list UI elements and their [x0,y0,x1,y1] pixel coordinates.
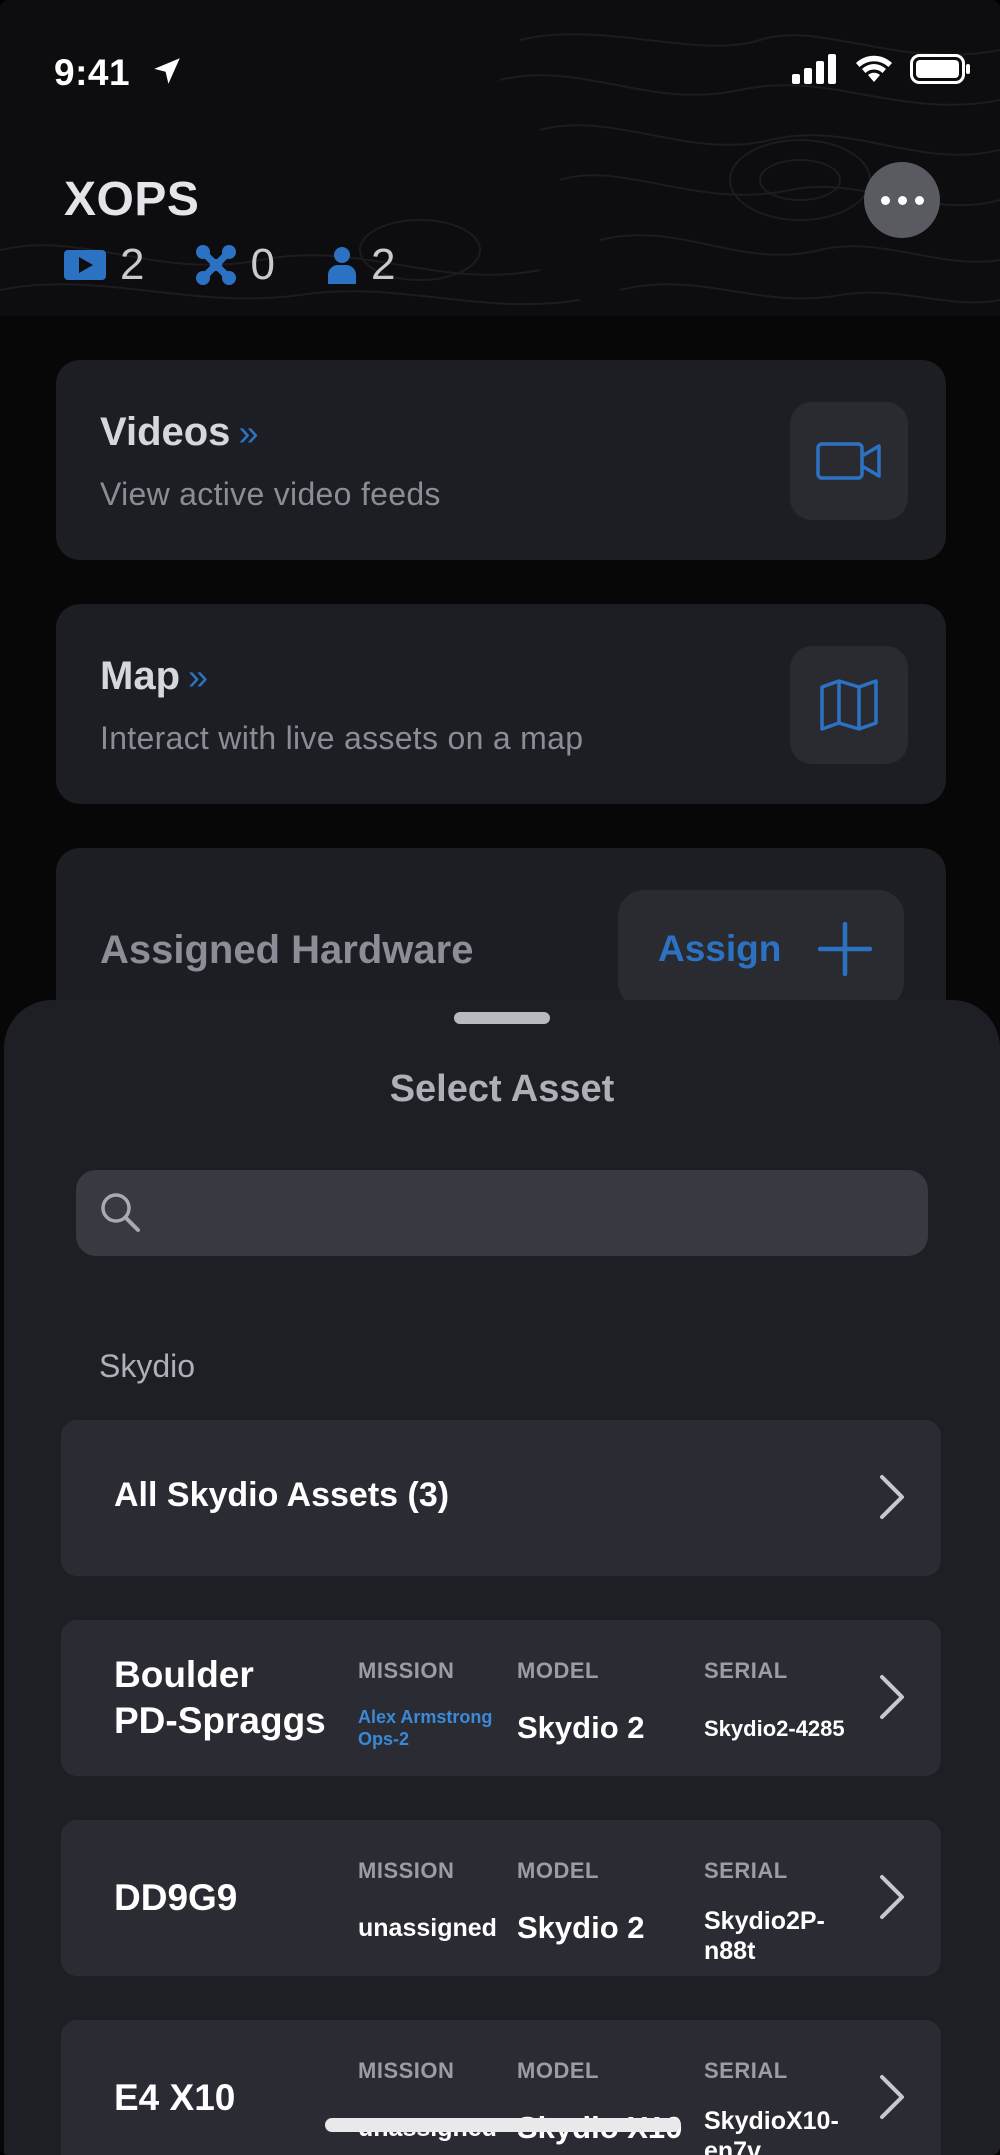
map-card-subtitle: Interact with live assets on a map [100,720,584,756]
mission-value: unassigned [358,1914,497,1942]
drone-count: 0 [196,240,275,290]
video-camera-icon [816,442,881,480]
asset-row-dd9g9[interactable]: DD9G9 MISSION unassigned MODEL Skydio 2 … [61,1820,941,1976]
map-icon [820,679,878,731]
select-asset-sheet: Select Asset Skydio All Skydio Assets (3… [4,1000,1000,2155]
location-arrow-icon [154,58,180,84]
user-icon [327,247,356,284]
map-title-text: Map [100,654,180,698]
all-assets-label: All Skydio Assets (3) [114,1476,450,1514]
chevron-right-icon [880,2075,904,2119]
map-card[interactable]: Map» Interact with live assets on a map [56,604,946,804]
serial-value: Skydio2-4285 [704,1716,845,1741]
asset-name-line2: PD-Spraggs [114,1700,326,1741]
mission-column: MISSION Alex Armstrong Ops-2 [358,1658,492,1750]
chevron-right-icon [880,1875,904,1919]
asset-name-line1: Boulder [114,1654,254,1695]
wifi-icon [856,55,892,82]
serial-line2: en7v [704,2137,761,2155]
mission-column: MISSION unassigned [358,1858,497,1943]
app-screen: 9:41 XOPS 2 0 2 Videos » View active vid… [0,0,1000,2155]
serial-column: SERIAL Skydio2-4285 [704,1658,845,1744]
videos-card-title: Videos» [100,410,258,455]
user-count-value: 2 [370,240,396,289]
serial-header: SERIAL [704,1658,788,1683]
videos-title-text: Videos [100,410,231,454]
model-header: MODEL [517,1858,599,1883]
assign-button[interactable]: Assign [618,890,904,1008]
videos-card[interactable]: Videos» View active video feeds [56,360,946,560]
model-header: MODEL [517,1658,599,1683]
serial-header: SERIAL [704,1858,788,1883]
sheet-title: Select Asset [389,1068,615,1110]
drone-count-value: 0 [250,240,275,289]
chevron-double-right-icon: » [188,656,209,697]
more-options-button[interactable] [864,162,940,238]
cellular-signal-icon [792,54,836,84]
assign-button-label: Assign [658,928,782,969]
asset-name: Boulder PD-Spraggs [114,1652,326,1744]
serial-line1: Skydio2P- [704,1907,825,1935]
chevron-double-right-icon: » [238,412,259,453]
status-indicators [792,54,972,84]
home-indicator[interactable] [325,2118,681,2132]
mission-line2: Ops-2 [358,1729,410,1749]
status-time: 9:41 [54,52,131,93]
mission-header: MISSION [358,1658,455,1683]
assigned-hardware-title: Assigned Hardware [100,928,474,972]
serial-header: SERIAL [704,2058,788,2083]
header-area: 9:41 XOPS 2 0 2 [0,0,1000,316]
serial-line1: SkydioX10- [704,2107,839,2135]
video-count: 2 [64,240,144,290]
serial-value: SkydioX10- en7v [704,2106,839,2155]
sheet-grabber-handle[interactable] [454,1012,550,1024]
serial-column: SERIAL Skydio2P- n88t [704,1858,825,1966]
chevron-right-icon [880,1675,904,1719]
app-title: XOPS [64,173,200,226]
asset-row-boulder[interactable]: Boulder PD-Spraggs MISSION Alex Armstron… [61,1620,941,1776]
model-header: MODEL [517,2058,599,2083]
plus-icon [818,922,872,976]
status-counts: 2 0 2 [64,240,447,290]
model-column: MODEL Skydio X10 [517,2058,682,2146]
serial-value: Skydio2P- n88t [704,1906,825,1966]
asset-row-e4x10[interactable]: E4 X10 MISSION unassigned MODEL Skydio X… [61,2020,941,2155]
map-card-title: Map» [100,654,208,699]
search-field[interactable] [76,1170,928,1256]
all-skydio-assets-row[interactable]: All Skydio Assets (3) [61,1420,941,1576]
mission-link[interactable]: Alex Armstrong Ops-2 [358,1706,492,1750]
search-icon [101,1193,140,1232]
more-dot [880,195,890,205]
mission-header: MISSION [358,1858,455,1883]
battery-icon [910,54,970,84]
user-count: 2 [327,240,395,290]
chevron-right-icon [880,1475,904,1519]
more-dot [897,195,907,205]
map-icon-tile [790,646,908,764]
mission-header: MISSION [358,2058,455,2083]
serial-line2: n88t [704,1937,756,1965]
video-camera-icon-tile [790,402,908,520]
more-dot [914,195,924,205]
model-column: MODEL Skydio 2 [517,1858,645,1946]
video-play-icon [64,250,106,280]
model-value: Skydio 2 [517,1710,645,1745]
mission-line1: Alex Armstrong [358,1707,493,1727]
section-label-skydio: Skydio [99,1348,196,1384]
asset-name: DD9G9 [114,1877,238,1918]
search-input[interactable] [154,1170,914,1256]
model-value: Skydio 2 [517,1910,645,1945]
asset-name: E4 X10 [114,2077,236,2118]
model-column: MODEL Skydio 2 [517,1658,645,1746]
video-count-value: 2 [120,240,145,289]
videos-card-subtitle: View active video feeds [100,476,441,512]
serial-column: SERIAL SkydioX10- en7v [704,2058,839,2155]
drone-icon [196,245,237,285]
